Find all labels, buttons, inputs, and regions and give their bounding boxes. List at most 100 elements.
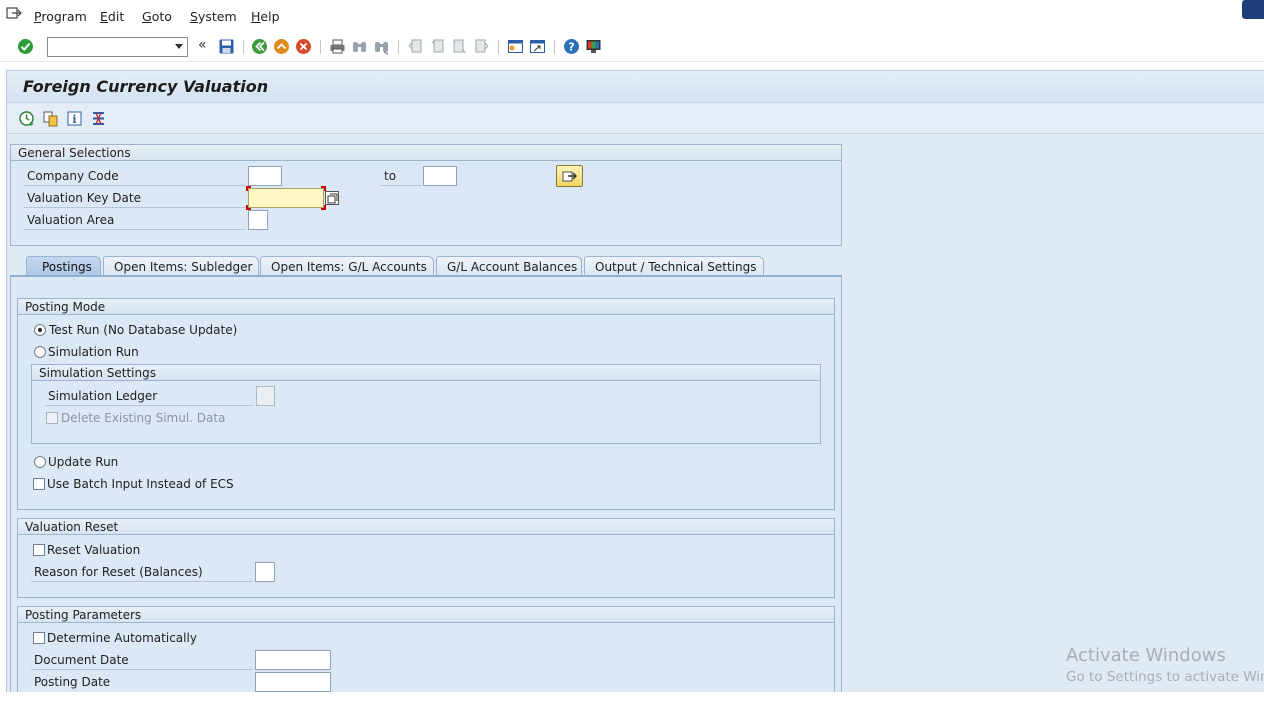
label-underline: [24, 229, 246, 230]
selection-options-button[interactable]: [90, 110, 107, 127]
tab-gl-account-balances-label: G/L Account Balances: [447, 260, 578, 274]
reason-for-reset-input[interactable]: [256, 563, 274, 581]
execute-button[interactable]: [18, 110, 35, 127]
tab-gl-account-balances[interactable]: G/L Account Balances: [436, 256, 582, 277]
menu-edit[interactable]: Edit: [100, 9, 124, 24]
valuation-key-date-input[interactable]: [249, 189, 323, 207]
posting-date-field[interactable]: [255, 672, 331, 692]
get-variant-button[interactable]: [42, 110, 59, 127]
menu-goto[interactable]: Goto: [142, 9, 172, 24]
variant-icon: [43, 111, 58, 127]
find-button[interactable]: [351, 38, 368, 55]
back-button[interactable]: [251, 38, 268, 55]
checkmark-icon: [18, 39, 33, 54]
cancel-button[interactable]: [295, 38, 312, 55]
toolbar-separator: [320, 40, 321, 54]
simulation-run-label[interactable]: Simulation Run: [48, 345, 139, 359]
tab-open-items-subledger[interactable]: Open Items: Subledger: [103, 256, 259, 277]
toolbar-separator: [243, 40, 244, 54]
tab-open-items-subledger-label: Open Items: Subledger: [114, 260, 253, 274]
window-corner-button[interactable]: [1242, 0, 1264, 19]
valuation-reset-header: Valuation Reset: [18, 519, 834, 535]
valuation-key-date-field[interactable]: [248, 188, 324, 208]
exit-icon: [274, 39, 289, 54]
test-run-radio[interactable]: [34, 324, 46, 336]
valuation-area-input[interactable]: [249, 211, 267, 229]
binoculars-next-icon: [375, 42, 389, 55]
simulation-settings-header: Simulation Settings: [32, 365, 820, 381]
document-date-input[interactable]: [256, 651, 330, 669]
reset-valuation-checkbox[interactable]: [33, 544, 45, 556]
save-icon: [219, 39, 234, 54]
update-run-label[interactable]: Update Run: [48, 455, 118, 469]
print-button[interactable]: [329, 38, 346, 55]
customize-layout-button[interactable]: [585, 38, 602, 55]
test-run-label[interactable]: Test Run (No Database Update): [49, 323, 237, 337]
menu-help[interactable]: Help: [251, 9, 280, 24]
tab-open-items-gl-accounts[interactable]: Open Items: G/L Accounts: [260, 256, 434, 277]
reason-for-reset-field[interactable]: [255, 562, 275, 582]
posting-parameters-title: Posting Parameters: [25, 608, 142, 622]
determine-automatically-label[interactable]: Determine Automatically: [47, 631, 197, 645]
enter-button[interactable]: [17, 38, 34, 55]
reset-valuation-label[interactable]: Reset Valuation: [47, 543, 140, 557]
general-selections-title: General Selections: [18, 146, 131, 160]
menu-bar: Program Edit Goto System Help: [0, 0, 1264, 32]
posting-date-input[interactable]: [256, 673, 330, 691]
info-button[interactable]: i: [66, 110, 83, 127]
tab-output-technical-settings[interactable]: Output / Technical Settings: [584, 256, 764, 277]
valuation-area-field[interactable]: [248, 210, 268, 230]
company-code-from-input[interactable]: [249, 167, 281, 185]
multiple-selection-button[interactable]: [556, 165, 583, 187]
svg-text:i: i: [72, 113, 76, 126]
shortcut-button[interactable]: [529, 38, 546, 55]
command-field[interactable]: [47, 37, 188, 57]
reason-for-reset-label: Reason for Reset (Balances): [34, 565, 203, 579]
tab-postings-label: Postings: [42, 260, 92, 274]
last-page-button[interactable]: [473, 38, 490, 55]
menu-program-label: Program: [34, 9, 87, 24]
simulation-run-radio[interactable]: [34, 346, 46, 358]
to-label: to: [384, 169, 397, 183]
determine-automatically-checkbox[interactable]: [33, 632, 45, 644]
company-code-to-input[interactable]: [424, 167, 456, 185]
new-session-icon: [508, 40, 523, 53]
menu-edit-label: Edit: [100, 9, 125, 24]
multiple-selection-arrow-icon: [562, 171, 577, 182]
toolbar-separator: [498, 40, 499, 54]
label-underline: [24, 207, 246, 208]
find-next-button[interactable]: [373, 38, 390, 55]
company-code-to-field[interactable]: [423, 166, 457, 186]
document-date-field[interactable]: [255, 650, 331, 670]
binoculars-icon: [353, 42, 366, 52]
tab-open-items-gl-accounts-label: Open Items: G/L Accounts: [271, 260, 427, 274]
chevron-down-icon[interactable]: [175, 44, 183, 49]
menu-system[interactable]: System: [190, 9, 237, 24]
batch-input-checkbox[interactable]: [33, 478, 45, 490]
update-run-radio[interactable]: [34, 456, 46, 468]
simulation-settings-group: Simulation Settings: [31, 364, 821, 444]
title-bar: Foreign Currency Valuation: [7, 71, 1264, 103]
command-input[interactable]: [48, 38, 168, 56]
save-button[interactable]: [218, 38, 235, 55]
menu-program[interactable]: Program: [34, 9, 87, 24]
previous-page-button[interactable]: [429, 38, 446, 55]
label-underline: [31, 669, 253, 670]
exit-button[interactable]: [273, 38, 290, 55]
calendar-help-button[interactable]: [325, 191, 339, 205]
delete-simul-data-checkbox: [46, 412, 58, 424]
new-session-button[interactable]: [507, 38, 524, 55]
help-button[interactable]: ?: [563, 38, 580, 55]
label-underline: [45, 405, 254, 406]
page-title: Foreign Currency Valuation: [23, 77, 269, 96]
first-page-button[interactable]: [407, 38, 424, 55]
valuation-key-date-label: Valuation Key Date: [27, 191, 141, 205]
company-code-from-field[interactable]: [248, 166, 282, 186]
svg-text:?: ?: [568, 41, 574, 54]
collapse-toolbar-button[interactable]: «: [198, 37, 207, 53]
batch-input-label[interactable]: Use Batch Input Instead of ECS: [47, 477, 234, 491]
tab-postings[interactable]: Postings: [26, 256, 101, 277]
system-toolbar: [0, 32, 1264, 62]
menu-exit-icon[interactable]: [6, 6, 22, 20]
next-page-button[interactable]: [451, 38, 468, 55]
